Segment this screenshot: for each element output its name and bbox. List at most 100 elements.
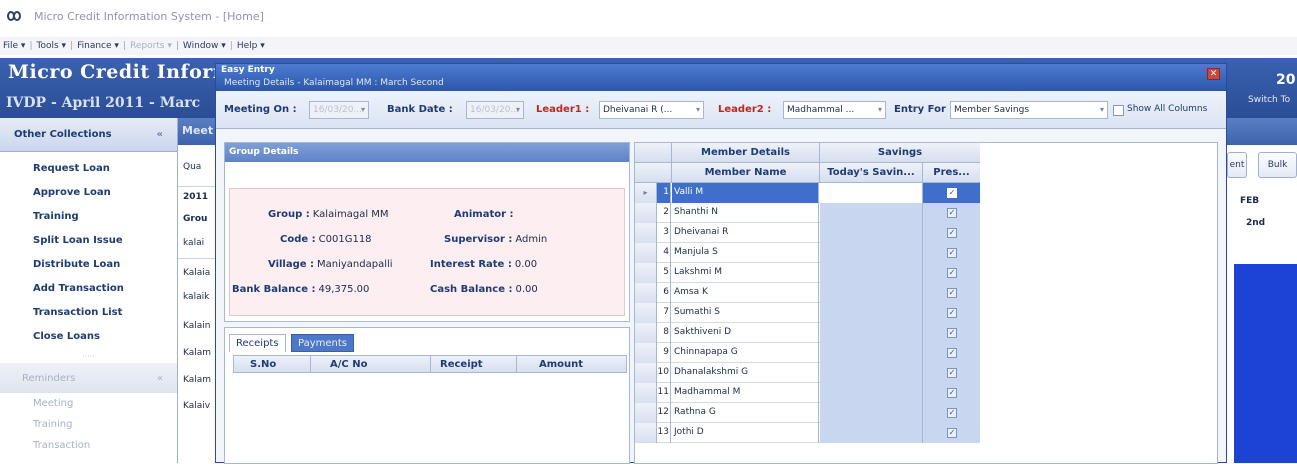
row-selector[interactable] (635, 283, 657, 303)
close-icon[interactable]: ✕ (1207, 68, 1220, 80)
nav-reminder-meeting[interactable]: Meeting (0, 393, 177, 414)
menu-reports[interactable]: Reports ▾ (130, 41, 172, 51)
bank-date-picker[interactable]: 16/03/20... ▾ (466, 101, 524, 119)
member-row[interactable]: 5 Lakshmi M ✓ (635, 263, 980, 283)
row-selector[interactable] (635, 303, 657, 323)
column-header-todays-savings[interactable]: Today's Savin... (820, 163, 923, 183)
present-checkbox[interactable]: ✓ (947, 288, 957, 298)
present-checkbox[interactable]: ✓ (947, 328, 957, 338)
chevron-down-icon[interactable]: ▾ (361, 102, 365, 118)
menu-tools[interactable]: Tools ▾ (37, 41, 67, 51)
present-checkbox[interactable]: ✓ (947, 408, 957, 418)
member-row[interactable]: 9 Chinnapapa G ✓ (635, 343, 980, 363)
switch-to-link[interactable]: Switch To (1248, 95, 1290, 105)
row-selector[interactable] (635, 363, 657, 383)
nav-close-loans[interactable]: Close Loans (0, 324, 177, 348)
member-row[interactable]: 3 Dheivanai R ✓ (635, 223, 980, 243)
member-row[interactable]: 11 Madhammal M ✓ (635, 383, 980, 403)
present-checkbox[interactable]: ✓ (947, 248, 957, 258)
todays-savings-input[interactable] (820, 283, 923, 303)
chevron-down-icon[interactable]: ▾ (878, 102, 882, 118)
background-bulk-button[interactable]: Bulk (1258, 152, 1297, 178)
member-row[interactable]: 6 Amsa K ✓ (635, 283, 980, 303)
member-row[interactable]: 7 Sumathi S ✓ (635, 303, 980, 323)
background-row[interactable]: Kalaia (183, 268, 210, 278)
row-selector[interactable] (635, 383, 657, 403)
menu-window[interactable]: Window ▾ (183, 41, 226, 51)
menu-finance[interactable]: Finance ▾ (77, 41, 119, 51)
column-header-ac-no[interactable]: A/C No (330, 359, 367, 370)
todays-savings-input[interactable] (820, 363, 923, 383)
show-all-columns-label[interactable]: Show All Columns (1127, 104, 1207, 114)
member-name-cell[interactable]: Sumathi S (672, 303, 819, 323)
chevron-down-icon[interactable]: ▾ (516, 102, 520, 118)
todays-savings-input[interactable] (820, 323, 923, 343)
nav-distribute-loan[interactable]: Distribute Loan (0, 252, 177, 276)
member-name-cell[interactable]: Manjula S (672, 243, 819, 263)
nav-header-reminders[interactable]: Reminders « (0, 363, 177, 393)
todays-savings-input[interactable] (820, 303, 923, 323)
background-row[interactable]: kalaik (183, 292, 209, 302)
present-checkbox[interactable]: ✓ (947, 228, 957, 238)
nav-splitter-grip[interactable]: ····· (0, 352, 177, 361)
member-row[interactable]: 8 Sakthiveni D ✓ (635, 323, 980, 343)
nav-reminder-training[interactable]: Training (0, 414, 177, 435)
member-name-cell[interactable]: Dhanalakshmi G (672, 363, 819, 383)
row-selector[interactable] (635, 203, 657, 223)
tab-payments[interactable]: Payments (291, 334, 354, 352)
member-row[interactable]: 10 Dhanalakshmi G ✓ (635, 363, 980, 383)
todays-savings-input[interactable] (820, 243, 923, 263)
dialog-titlebar[interactable]: Easy Entry Meeting Details - Kalaimagal … (216, 64, 1226, 91)
member-name-cell[interactable]: Chinnapapa G (672, 343, 819, 363)
row-selector[interactable] (635, 223, 657, 243)
nav-reminder-transaction[interactable]: Transaction (0, 435, 177, 456)
background-row[interactable]: Kalaiv (183, 401, 210, 411)
present-checkbox[interactable]: ✓ (947, 368, 957, 378)
collapse-icon[interactable]: « (157, 129, 163, 140)
tab-receipts[interactable]: Receipts (229, 334, 286, 352)
nav-header-other-collections[interactable]: Other Collections « (0, 118, 177, 152)
background-row[interactable]: Kalam (183, 348, 211, 358)
member-name-cell[interactable]: Sakthiveni D (672, 323, 819, 343)
present-checkbox[interactable]: ✓ (947, 348, 957, 358)
row-selector[interactable] (635, 243, 657, 263)
meeting-on-date-picker[interactable]: 16/03/20... ▾ (309, 101, 369, 119)
background-ent-button[interactable]: ent (1227, 152, 1247, 178)
chevron-down-icon[interactable]: ▾ (1100, 102, 1104, 118)
row-selector[interactable] (635, 263, 657, 283)
member-name-cell[interactable]: Shanthi N (672, 203, 819, 223)
member-name-cell[interactable]: Lakshmi M (672, 263, 819, 283)
member-row[interactable]: ▸ 1 Valli M ✓ (635, 183, 980, 203)
todays-savings-input[interactable] (820, 223, 923, 243)
todays-savings-input[interactable] (820, 183, 923, 203)
member-name-cell[interactable]: Dheivanai R (672, 223, 819, 243)
column-header-receipt[interactable]: Receipt (440, 359, 483, 370)
nav-request-loan[interactable]: Request Loan (0, 156, 177, 180)
leader2-select[interactable]: Madhammal ... ▾ (783, 101, 886, 119)
menu-file[interactable]: File ▾ (3, 41, 25, 51)
row-selector[interactable] (635, 343, 657, 363)
member-name-cell[interactable]: Valli M (672, 183, 819, 203)
present-checkbox[interactable]: ✓ (947, 188, 957, 198)
show-all-columns-checkbox[interactable] (1113, 105, 1124, 116)
member-row[interactable]: 2 Shanthi N ✓ (635, 203, 980, 223)
row-selector[interactable] (635, 323, 657, 343)
present-checkbox[interactable]: ✓ (947, 208, 957, 218)
nav-approve-loan[interactable]: Approve Loan (0, 180, 177, 204)
column-header-member-name[interactable]: Member Name (672, 163, 820, 183)
leader1-select[interactable]: Dheivanai R (... ▾ (599, 101, 704, 119)
nav-split-loan-issue[interactable]: Split Loan Issue (0, 228, 177, 252)
member-row[interactable]: 13 Jothi D ✓ (635, 423, 980, 443)
member-name-cell[interactable]: Madhammal M (672, 383, 819, 403)
nav-add-transaction[interactable]: Add Transaction (0, 276, 177, 300)
present-checkbox[interactable]: ✓ (947, 268, 957, 278)
member-row[interactable]: 4 Manjula S ✓ (635, 243, 980, 263)
present-checkbox[interactable]: ✓ (947, 308, 957, 318)
row-selector[interactable] (635, 403, 657, 423)
todays-savings-input[interactable] (820, 343, 923, 363)
column-header-present[interactable]: Pres... (923, 163, 980, 183)
collapse-icon[interactable]: « (157, 373, 163, 384)
background-row[interactable]: Kalam (183, 375, 211, 385)
background-row[interactable]: Kalain (183, 321, 210, 331)
menu-help[interactable]: Help ▾ (237, 41, 265, 51)
